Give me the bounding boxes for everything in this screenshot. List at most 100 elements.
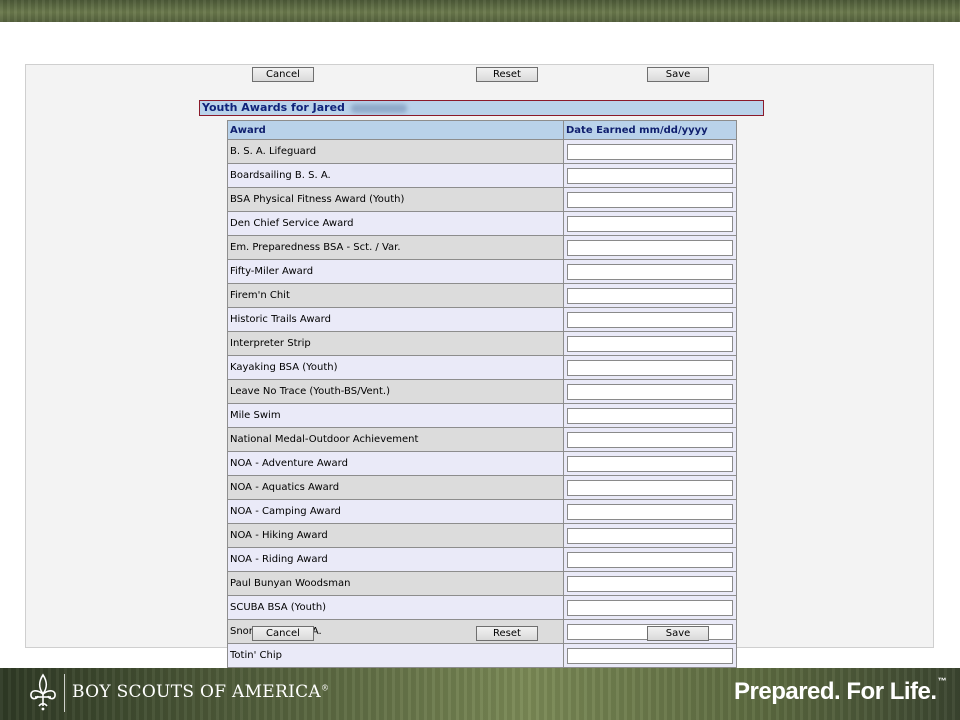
date-earned-cell [563, 283, 737, 308]
table-row: SCUBA BSA (Youth) [227, 595, 737, 620]
date-earned-cell [563, 259, 737, 284]
table-row: NOA - Adventure Award [227, 451, 737, 476]
motto-text: Prepared. For Life. [734, 678, 937, 705]
table-row: NOA - Aquatics Award [227, 475, 737, 500]
form-title: Youth Awards for Jared [199, 100, 764, 116]
table-row: Historic Trails Award [227, 307, 737, 332]
save-button-top[interactable]: Save [647, 67, 709, 82]
date-earned-input[interactable] [567, 599, 733, 616]
date-earned-cell [563, 355, 737, 380]
date-earned-input[interactable] [567, 479, 733, 496]
date-earned-input[interactable] [567, 551, 733, 568]
date-earned-input[interactable] [567, 143, 733, 160]
date-earned-input[interactable] [567, 575, 733, 592]
table-row: Totin' Chip [227, 643, 737, 668]
date-earned-input[interactable] [567, 239, 733, 256]
date-earned-input[interactable] [567, 167, 733, 184]
save-button-bottom[interactable]: Save [647, 626, 709, 641]
cancel-button-top[interactable]: Cancel [252, 67, 314, 82]
date-earned-cell [563, 187, 737, 212]
cancel-button-bottom[interactable]: Cancel [252, 626, 314, 641]
reset-button-top[interactable]: Reset [476, 67, 538, 82]
org-name-text: BOY SCOUTS OF AMERICA [72, 682, 322, 702]
table-row: Mile Swim [227, 403, 737, 428]
date-earned-input[interactable] [567, 335, 733, 352]
date-earned-input[interactable] [567, 311, 733, 328]
award-name: Mile Swim [227, 403, 564, 428]
date-earned-cell [563, 235, 737, 260]
date-earned-cell [563, 211, 737, 236]
table-row: B. S. A. Lifeguard [227, 139, 737, 164]
table-row: National Medal-Outdoor Achievement [227, 427, 737, 452]
date-earned-input[interactable] [567, 359, 733, 376]
table-row: BSA Physical Fitness Award (Youth) [227, 187, 737, 212]
table-row: NOA - Riding Award [227, 547, 737, 572]
table-row: Firem'n Chit [227, 283, 737, 308]
reset-button-bottom[interactable]: Reset [476, 626, 538, 641]
table-row: Interpreter Strip [227, 331, 737, 356]
date-earned-cell [563, 307, 737, 332]
table-header-row: Award Date Earned mm/dd/yyyy [227, 120, 737, 140]
date-earned-cell [563, 643, 737, 668]
award-name: National Medal-Outdoor Achievement [227, 427, 564, 452]
table-row: NOA - Camping Award [227, 499, 737, 524]
motto-trademark: ™ [937, 676, 947, 686]
date-earned-input[interactable] [567, 527, 733, 544]
table-row: Den Chief Service Award [227, 211, 737, 236]
award-name: SCUBA BSA (Youth) [227, 595, 564, 620]
award-name: Fifty-Miler Award [227, 259, 564, 284]
footer-divider [64, 674, 65, 712]
date-earned-input[interactable] [567, 455, 733, 472]
form-title-text: Youth Awards for Jared [202, 101, 345, 114]
date-earned-input[interactable] [567, 647, 733, 664]
award-name: NOA - Aquatics Award [227, 475, 564, 500]
redacted-surname [350, 103, 407, 113]
date-earned-cell [563, 403, 737, 428]
date-earned-cell [563, 547, 737, 572]
column-header-award: Award [227, 120, 564, 140]
date-earned-cell [563, 139, 737, 164]
table-row: Em. Preparedness BSA - Sct. / Var. [227, 235, 737, 260]
org-name: BOY SCOUTS OF AMERICA® [72, 682, 329, 702]
award-name: Totin' Chip [227, 643, 564, 668]
award-name: BSA Physical Fitness Award (Youth) [227, 187, 564, 212]
date-earned-input[interactable] [567, 215, 733, 232]
fleur-de-lis-icon [30, 673, 56, 711]
table-row: Fifty-Miler Award [227, 259, 737, 284]
date-earned-input[interactable] [567, 383, 733, 400]
awards-table-body: B. S. A. Lifeguard Boardsailing B. S. A. B… [227, 139, 737, 692]
date-earned-input[interactable] [567, 503, 733, 520]
table-row: Boardsailing B. S. A. [227, 163, 737, 188]
date-earned-input[interactable] [567, 431, 733, 448]
date-earned-input[interactable] [567, 191, 733, 208]
table-row: Kayaking BSA (Youth) [227, 355, 737, 380]
award-name: Em. Preparedness BSA - Sct. / Var. [227, 235, 564, 260]
awards-table: Award Date Earned mm/dd/yyyy B. S. A. Li… [227, 120, 737, 692]
award-name: NOA - Hiking Award [227, 523, 564, 548]
date-earned-input[interactable] [567, 407, 733, 424]
date-earned-input[interactable] [567, 287, 733, 304]
date-earned-cell [563, 163, 737, 188]
award-name: Firem'n Chit [227, 283, 564, 308]
date-earned-cell [563, 427, 737, 452]
date-earned-cell [563, 499, 737, 524]
org-registered-mark: ® [321, 683, 330, 693]
table-row: NOA - Hiking Award [227, 523, 737, 548]
date-earned-cell [563, 331, 737, 356]
award-name: Paul Bunyan Woodsman [227, 571, 564, 596]
award-name: NOA - Adventure Award [227, 451, 564, 476]
award-name: NOA - Riding Award [227, 547, 564, 572]
date-earned-input[interactable] [567, 263, 733, 280]
award-name: NOA - Camping Award [227, 499, 564, 524]
award-name: Historic Trails Award [227, 307, 564, 332]
award-name: Boardsailing B. S. A. [227, 163, 564, 188]
award-name: B. S. A. Lifeguard [227, 139, 564, 164]
column-header-date-earned: Date Earned mm/dd/yyyy [563, 120, 737, 140]
date-earned-cell [563, 595, 737, 620]
table-row: Leave No Trace (Youth-BS/Vent.) [227, 379, 737, 404]
date-earned-cell [563, 523, 737, 548]
award-name: Kayaking BSA (Youth) [227, 355, 564, 380]
table-row: Paul Bunyan Woodsman [227, 571, 737, 596]
top-decorative-band [0, 0, 960, 22]
award-name: Leave No Trace (Youth-BS/Vent.) [227, 379, 564, 404]
